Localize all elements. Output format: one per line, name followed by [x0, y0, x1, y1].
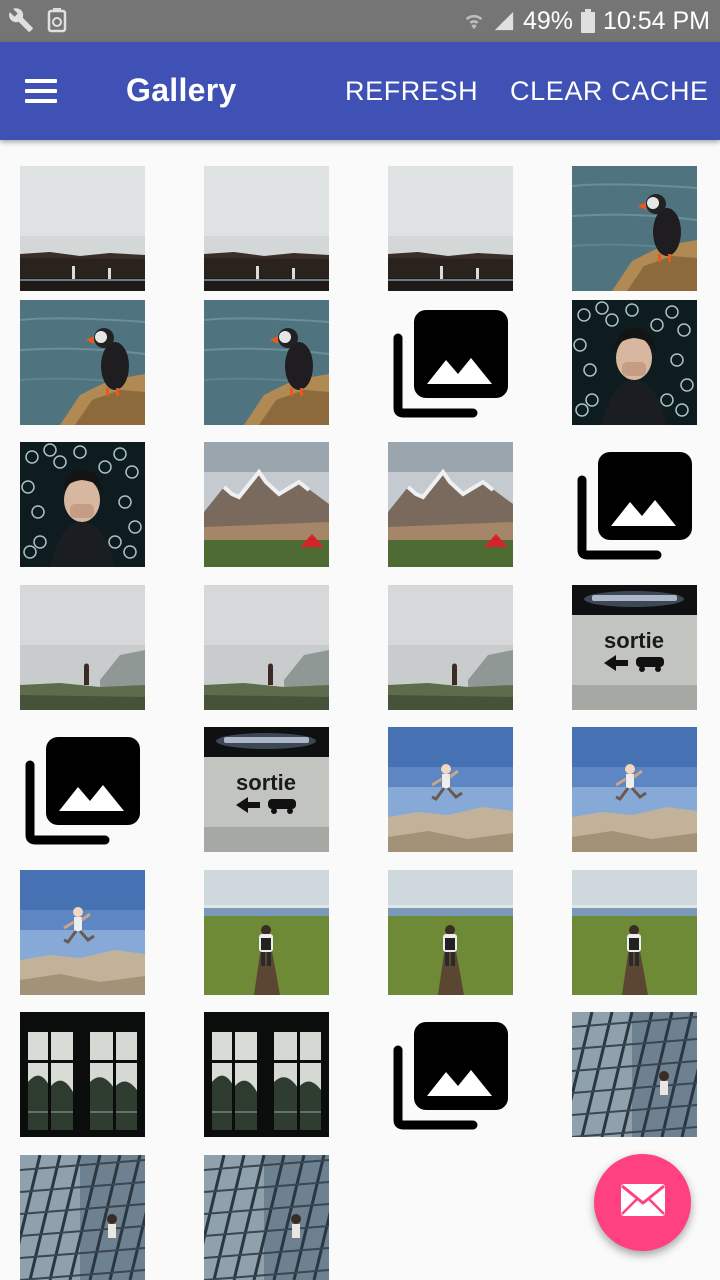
thumbnail-image — [20, 300, 145, 425]
svg-text:sortie: sortie — [604, 628, 664, 653]
gallery-thumbnail[interactable] — [572, 166, 697, 291]
battery-percent: 49% — [522, 6, 573, 35]
gallery-thumbnail[interactable] — [20, 870, 145, 995]
gallery-thumbnail[interactable] — [572, 870, 697, 995]
thumbnail-image — [572, 300, 697, 425]
gallery-placeholder-tile[interactable] — [572, 442, 697, 567]
image-placeholder-icon — [393, 310, 508, 418]
thumbnail-image — [572, 727, 697, 852]
thumbnail-image — [204, 442, 329, 567]
thumbnail-image — [388, 585, 513, 710]
gallery-thumbnail[interactable] — [204, 166, 329, 291]
gallery-placeholder-tile[interactable] — [388, 1012, 513, 1137]
clear-cache-button[interactable]: CLEAR CACHE — [510, 76, 709, 107]
thumbnail-image — [388, 727, 513, 852]
gallery-thumbnail[interactable] — [20, 166, 145, 291]
gallery-thumbnail[interactable] — [388, 166, 513, 291]
thumbnail-image — [204, 1155, 329, 1280]
gallery-thumbnail[interactable] — [204, 1155, 329, 1280]
thumbnail-image — [388, 870, 513, 995]
signal-icon — [493, 10, 515, 32]
thumbnail-image — [204, 166, 329, 291]
refresh-button[interactable]: REFRESH — [345, 76, 478, 107]
thumbnail-image — [572, 166, 697, 291]
image-placeholder-icon — [393, 1022, 508, 1130]
recycle-battery-icon — [46, 7, 68, 33]
thumbnail-image — [204, 870, 329, 995]
wifi-icon — [463, 10, 485, 32]
wrench-icon — [8, 7, 34, 33]
page-title: Gallery — [126, 72, 237, 108]
app-bar: Gallery REFRESH CLEAR CACHE — [0, 42, 720, 140]
thumbnail-image — [204, 1012, 329, 1137]
gallery-thumbnail[interactable] — [572, 300, 697, 425]
gallery-thumbnail[interactable] — [20, 300, 145, 425]
thumbnail-image — [572, 1012, 697, 1137]
thumbnail-image — [204, 300, 329, 425]
gallery-thumbnail[interactable] — [388, 870, 513, 995]
hamburger-menu-icon[interactable] — [22, 75, 62, 107]
image-placeholder-icon — [25, 737, 140, 845]
thumbnail-image — [388, 166, 513, 291]
gallery-thumbnail[interactable] — [204, 442, 329, 567]
gallery-thumbnail[interactable] — [388, 727, 513, 852]
compose-email-button[interactable] — [594, 1154, 691, 1251]
thumbnail-image — [20, 1155, 145, 1280]
gallery-thumbnail[interactable]: sortie — [572, 585, 697, 710]
gallery-thumbnail[interactable] — [20, 1012, 145, 1137]
gallery-placeholder-tile[interactable] — [20, 727, 145, 852]
gallery-thumbnail[interactable] — [20, 442, 145, 567]
envelope-icon — [620, 1183, 666, 1222]
gallery-thumbnail[interactable] — [388, 585, 513, 710]
gallery-thumbnail[interactable]: sortie — [204, 727, 329, 852]
gallery-thumbnail[interactable] — [204, 870, 329, 995]
svg-text:sortie: sortie — [236, 770, 296, 795]
thumbnail-image — [572, 870, 697, 995]
gallery-thumbnail[interactable] — [204, 300, 329, 425]
gallery-thumbnail[interactable] — [572, 1012, 697, 1137]
battery-icon — [580, 9, 595, 33]
thumbnail-image — [388, 442, 513, 567]
clock: 10:54 PM — [602, 6, 710, 35]
gallery-placeholder-tile[interactable] — [388, 300, 513, 425]
status-bar: 49% 10:54 PM — [0, 0, 720, 42]
gallery-thumbnail[interactable] — [388, 442, 513, 567]
gallery-thumbnail[interactable] — [204, 585, 329, 710]
thumbnail-image — [20, 585, 145, 710]
gallery-thumbnail[interactable] — [20, 585, 145, 710]
gallery-thumbnail[interactable] — [20, 1155, 145, 1280]
gallery-thumbnail[interactable] — [572, 727, 697, 852]
thumbnail-image: sortie — [204, 727, 329, 852]
gallery-grid: sortie sortie — [0, 140, 720, 1280]
thumbnail-image — [20, 1012, 145, 1137]
thumbnail-image: sortie — [572, 585, 697, 710]
thumbnail-image — [20, 870, 145, 995]
gallery-thumbnail[interactable] — [204, 1012, 329, 1137]
thumbnail-image — [20, 166, 145, 291]
thumbnail-image — [20, 442, 145, 567]
image-placeholder-icon — [577, 452, 692, 560]
thumbnail-image — [204, 585, 329, 710]
